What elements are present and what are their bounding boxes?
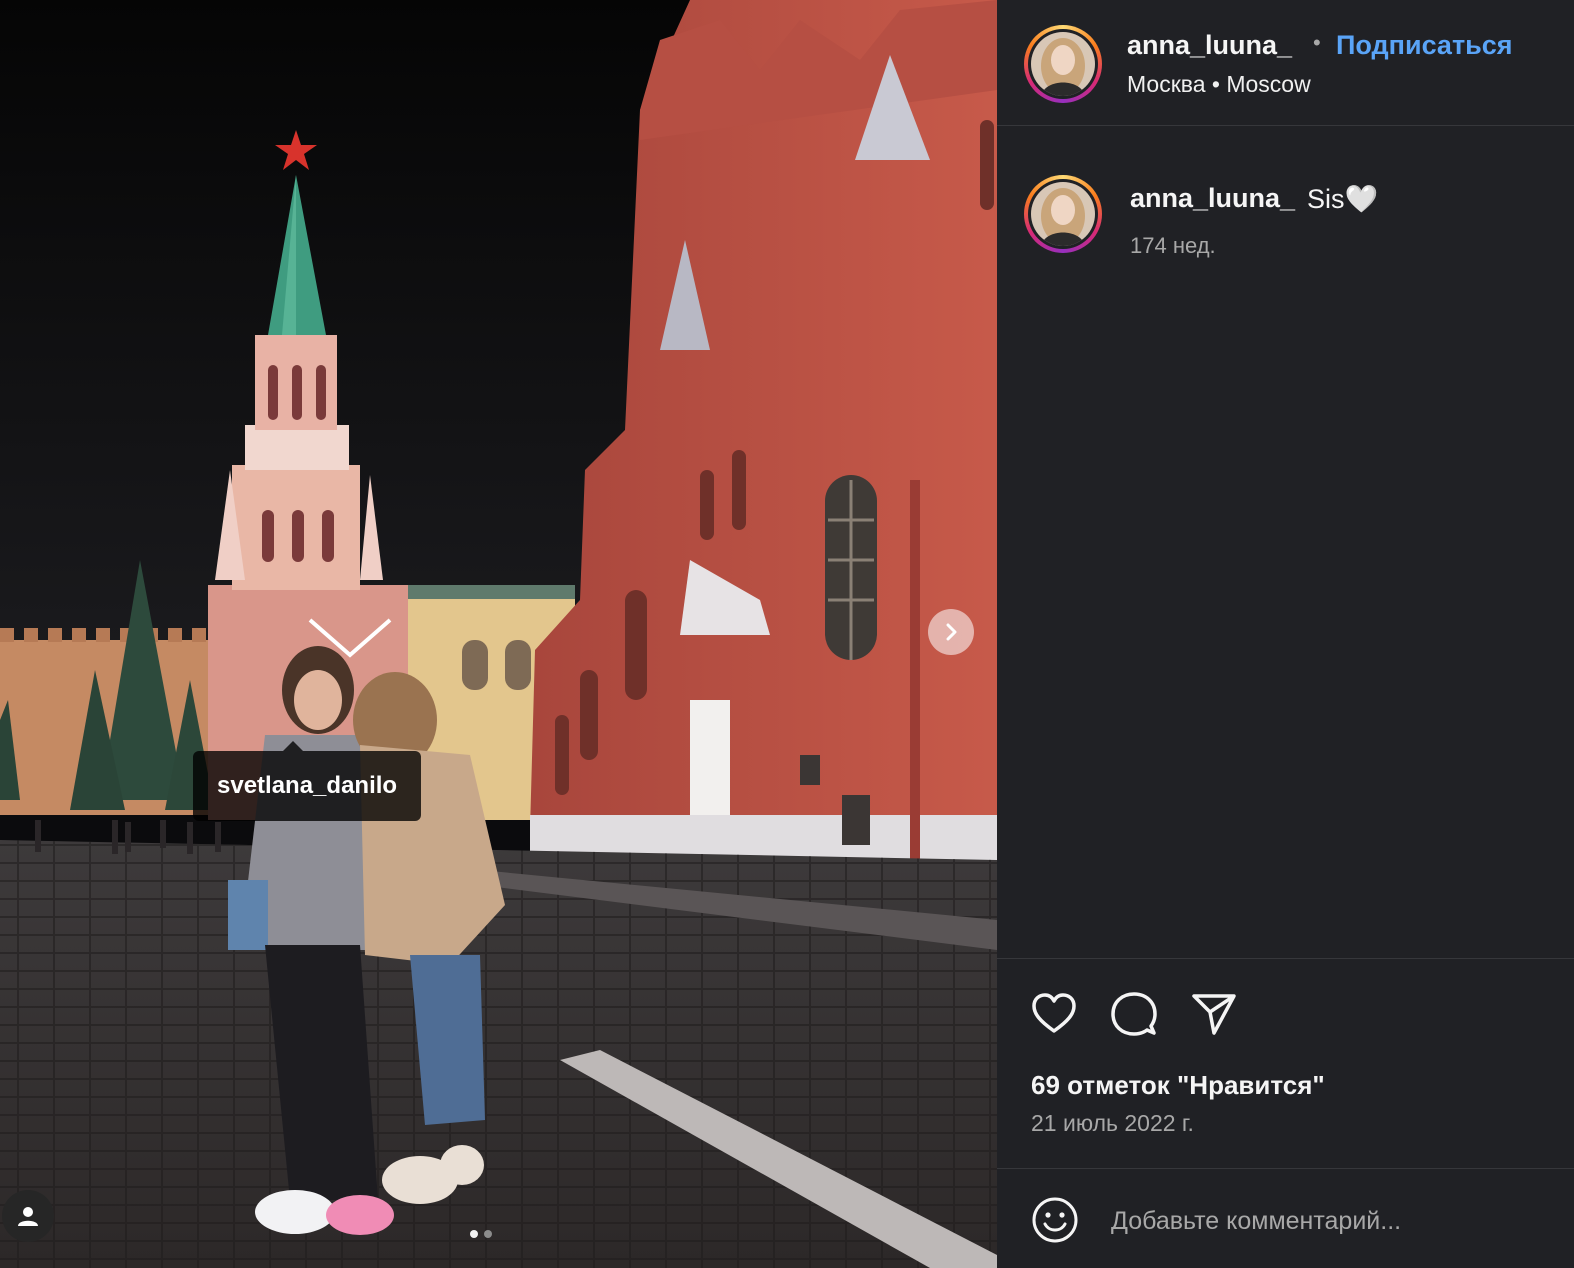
- carousel-indicator: [470, 1230, 492, 1238]
- user-tag-label[interactable]: svetlana_danilo: [193, 741, 422, 821]
- caption-avatar[interactable]: [1024, 175, 1102, 253]
- follow-button[interactable]: Подписаться: [1336, 30, 1513, 61]
- comment-divider: [997, 1168, 1574, 1169]
- next-photo-button[interactable]: [928, 609, 974, 655]
- user-icon: [18, 1207, 38, 1226]
- heart-icon[interactable]: [1030, 990, 1078, 1038]
- post-date: 21 июль 2022 г.: [1031, 1110, 1194, 1136]
- comment-input[interactable]: [1109, 1198, 1553, 1244]
- carousel-dot: [484, 1230, 492, 1238]
- header-separator: •: [1313, 30, 1321, 55]
- caption-username[interactable]: anna_luuna_: [1130, 183, 1295, 214]
- chevron-right-icon: [946, 623, 957, 641]
- avatar-image: [1031, 32, 1095, 96]
- likes-count[interactable]: 69 отметок "Нравится": [1031, 1070, 1325, 1101]
- avatar-image: [1031, 182, 1095, 246]
- caption-text: Sis🤍: [1307, 184, 1379, 214]
- emoji-icon[interactable]: [1030, 1195, 1080, 1245]
- post-photo[interactable]: svetlana_danilo: [0, 0, 997, 1268]
- header-divider: [997, 125, 1574, 126]
- author-username[interactable]: anna_luuna_: [1127, 30, 1292, 61]
- comment-icon[interactable]: [1110, 990, 1158, 1038]
- share-icon[interactable]: [1190, 990, 1238, 1038]
- tagged-username: svetlana_danilo: [217, 772, 398, 799]
- actions-divider: [997, 958, 1574, 959]
- caption-timestamp[interactable]: 174 нед.: [1130, 233, 1216, 259]
- post-side-panel: anna_luuna_ • Подписаться Москва • Mosco…: [997, 0, 1574, 1268]
- photo-scene: [0, 0, 997, 1268]
- show-tags-button[interactable]: [2, 1190, 54, 1242]
- author-avatar[interactable]: [1024, 25, 1102, 103]
- carousel-dot: [470, 1230, 478, 1238]
- post-location[interactable]: Москва • Moscow: [1127, 71, 1311, 98]
